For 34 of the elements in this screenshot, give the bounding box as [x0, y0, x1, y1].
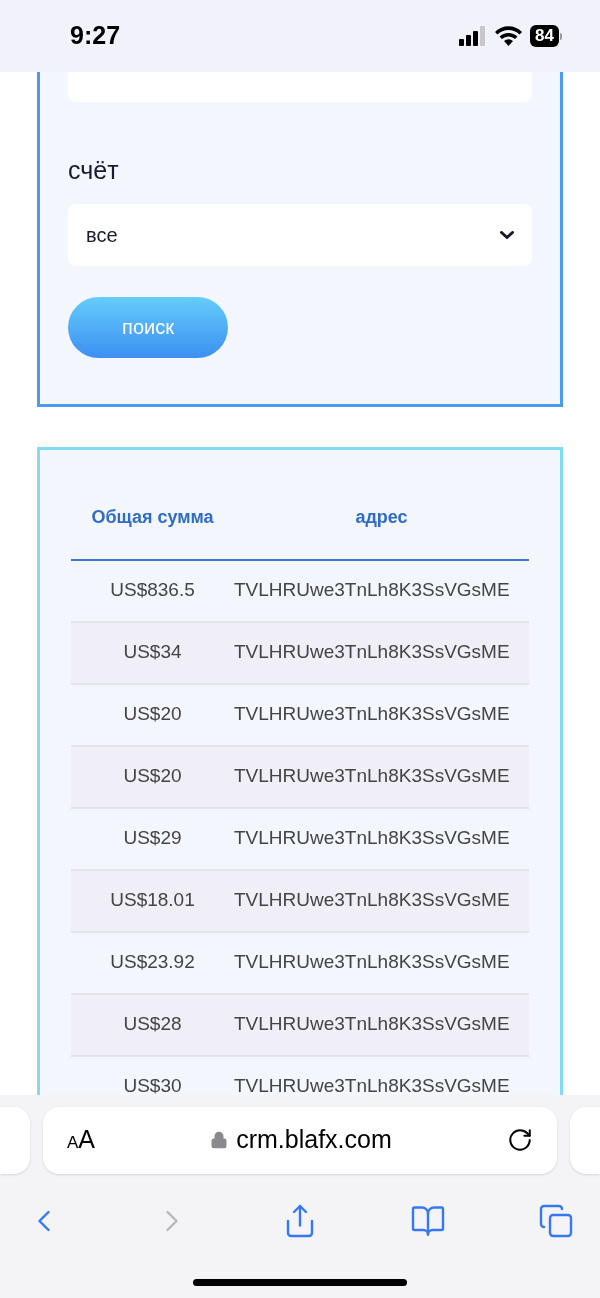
address-cell-text: TVLHRUwe3TnLh8K3SsVGsME — [234, 1012, 511, 1037]
select-field[interactable]: все — [68, 203, 532, 266]
chevron-icon — [500, 230, 514, 239]
amount-cell-text: US$28 — [122, 1012, 183, 1037]
address-cell-text: TVLHRUwe3TnLh8K3SsVGsME — [234, 764, 511, 789]
amount-cell-text: US$29 — [122, 826, 183, 851]
amount-cell-text: US$34 — [122, 640, 183, 665]
address-cell-text: TVLHRUwe3TnLh8K3SsVGsME — [234, 888, 511, 913]
address-cell-text: TVLHRUwe3TnLh8K3SsVGsME — [234, 826, 511, 851]
amount-cell-text: US$20 — [122, 764, 183, 789]
address-cell-text: TVLHRUwe3TnLh8K3SsVGsME — [234, 1074, 511, 1099]
text-size-button[interactable]: AA — [67, 1121, 96, 1159]
field-label: счёт — [68, 155, 120, 186]
amount-cell-text: US$18.01 — [109, 888, 196, 913]
signal-icon — [459, 26, 488, 46]
amount-cell-text: US$836.5 — [109, 578, 196, 603]
address-bar[interactable]: AA crm.blafx.com — [43, 1106, 557, 1174]
battery-level: 84 — [530, 25, 559, 47]
address-cell-text: TVLHRUwe3TnLh8K3SsVGsME — [234, 950, 511, 975]
book-icon[interactable] — [410, 1203, 446, 1239]
wifi-icon — [495, 26, 523, 46]
amount-cell-text: US$20 — [122, 702, 183, 727]
amount-cell-text: US$30 — [122, 1074, 183, 1099]
address-cell-text: TVLHRUwe3TnLh8K3SsVGsME — [234, 578, 511, 603]
address-cell-text: TVLHRUwe3TnLh8K3SsVGsME — [234, 640, 511, 665]
reload-icon[interactable] — [507, 1127, 533, 1153]
tabs-icon[interactable] — [538, 1203, 574, 1239]
column-header: адрес — [354, 505, 409, 529]
address-cell-text: TVLHRUwe3TnLh8K3SsVGsME — [234, 702, 511, 727]
column-header: Общая сумма — [90, 505, 215, 529]
lock-icon — [210, 1131, 229, 1149]
amount-cell-text: US$23.92 — [109, 950, 196, 975]
status-time: 9:27 — [70, 20, 121, 52]
url-text: crm.blafx.com — [236, 1124, 392, 1156]
